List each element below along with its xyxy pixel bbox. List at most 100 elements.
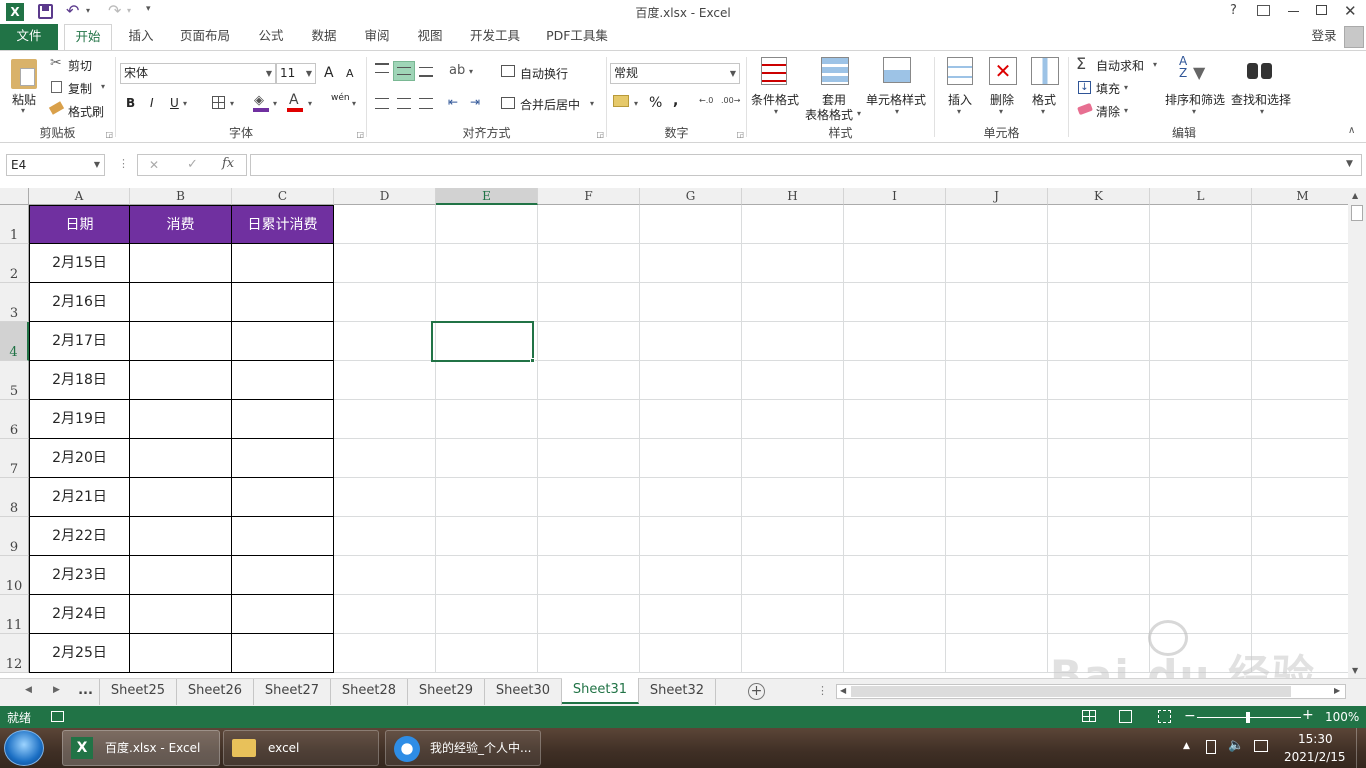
cell-m12[interactable] <box>1252 634 1348 673</box>
cell-h12[interactable] <box>742 634 844 673</box>
cell-g4[interactable] <box>640 322 742 361</box>
cell-m2[interactable] <box>1252 244 1348 283</box>
cell-j2[interactable] <box>946 244 1048 283</box>
format-as-table-icon[interactable] <box>821 57 849 85</box>
cell-d11[interactable] <box>334 595 436 634</box>
row-header-11[interactable]: 11 <box>0 595 29 634</box>
tab-page-layout[interactable]: 页面布局 <box>172 24 238 50</box>
zoom-out-button[interactable]: − <box>1184 708 1196 724</box>
format-as-table-line2[interactable]: 表格格式 <box>805 106 853 123</box>
cell-m9[interactable] <box>1252 517 1348 556</box>
cell-h3[interactable] <box>742 283 844 322</box>
cell-l2[interactable] <box>1150 244 1252 283</box>
underline-dropdown-icon[interactable]: ▾ <box>183 99 187 108</box>
cell-j3[interactable] <box>946 283 1048 322</box>
row-header-5[interactable]: 5 <box>0 361 29 400</box>
next-sheet-icon[interactable]: ▶ <box>53 685 60 695</box>
currency-icon[interactable] <box>613 95 629 107</box>
sort-dropdown-icon[interactable]: ▾ <box>1192 107 1196 116</box>
cell-d3[interactable] <box>334 283 436 322</box>
sheet-tab-sheet31[interactable]: Sheet31 <box>562 678 639 704</box>
decrease-decimal-icon[interactable]: .00→ <box>721 96 740 105</box>
clipboard-launcher-icon[interactable]: ◲ <box>105 130 113 139</box>
cell-l5[interactable] <box>1150 361 1252 400</box>
decrease-indent-icon[interactable]: ⇤ <box>448 95 458 109</box>
copy-dropdown-icon[interactable]: ▾ <box>101 82 105 91</box>
cell-l9[interactable] <box>1150 517 1252 556</box>
format-painter-icon[interactable] <box>48 101 65 115</box>
fill-color-icon[interactable]: ◈ <box>254 93 264 108</box>
cell-b3[interactable] <box>130 283 232 322</box>
cell-k6[interactable] <box>1048 400 1150 439</box>
cell-styles-dropdown-icon[interactable]: ▾ <box>895 107 899 116</box>
tab-view[interactable]: 视图 <box>407 24 453 50</box>
cell-g9[interactable] <box>640 517 742 556</box>
cell-c8[interactable] <box>232 478 334 517</box>
merge-center-button[interactable]: 合并后居中 <box>520 96 580 113</box>
cell-j1[interactable] <box>946 205 1048 244</box>
number-launcher-icon[interactable]: ◲ <box>736 130 744 139</box>
fill-button[interactable]: 填充 <box>1096 80 1120 97</box>
select-all-corner[interactable] <box>0 188 29 205</box>
vertical-scrollbar[interactable]: ▲ ▼ <box>1348 188 1366 678</box>
cell-k8[interactable] <box>1048 478 1150 517</box>
clock-time[interactable]: 15:30 <box>1298 732 1333 746</box>
sheet-tab-sheet30[interactable]: Sheet30 <box>485 679 562 705</box>
cell-i11[interactable] <box>844 595 946 634</box>
cell-k2[interactable] <box>1048 244 1150 283</box>
cell-l12[interactable] <box>1150 634 1252 673</box>
enter-entry-icon[interactable]: ✓ <box>187 157 198 172</box>
cell-c5[interactable] <box>232 361 334 400</box>
scroll-down-icon[interactable]: ▼ <box>1352 666 1358 675</box>
row-header-4[interactable]: 4 <box>0 322 29 361</box>
cell-g5[interactable] <box>640 361 742 400</box>
cell-h9[interactable] <box>742 517 844 556</box>
sheet-tab-sheet32[interactable]: Sheet32 <box>639 679 716 705</box>
cell-h5[interactable] <box>742 361 844 400</box>
column-header-j[interactable]: J <box>946 188 1048 205</box>
row-header-10[interactable]: 10 <box>0 556 29 595</box>
cell-c2[interactable] <box>232 244 334 283</box>
fill-dropdown-icon[interactable]: ▾ <box>1124 83 1128 92</box>
sheet-tab-sheet25[interactable]: Sheet25 <box>100 679 177 705</box>
sort-filter-icon[interactable]: AZ <box>1179 55 1187 79</box>
cut-icon[interactable]: ✂ <box>50 55 62 71</box>
cell-d12[interactable] <box>334 634 436 673</box>
cell-c12[interactable] <box>232 634 334 673</box>
cell-k11[interactable] <box>1048 595 1150 634</box>
horizontal-scrollbar[interactable]: ◀ ▶ <box>836 684 1346 699</box>
top-align-icon[interactable] <box>375 63 389 73</box>
cell-d5[interactable] <box>334 361 436 400</box>
cell-c7[interactable] <box>232 439 334 478</box>
cell-g10[interactable] <box>640 556 742 595</box>
fill-icon[interactable]: ↓ <box>1078 81 1091 94</box>
find-dropdown-icon[interactable]: ▾ <box>1260 107 1264 116</box>
cell-g3[interactable] <box>640 283 742 322</box>
format-dropdown-icon[interactable]: ▾ <box>1041 107 1045 116</box>
cell-d7[interactable] <box>334 439 436 478</box>
paste-icon[interactable] <box>11 59 37 89</box>
cell-f3[interactable] <box>538 283 640 322</box>
cell-m8[interactable] <box>1252 478 1348 517</box>
bottom-align-icon[interactable] <box>419 67 433 77</box>
cell-k9[interactable] <box>1048 517 1150 556</box>
cell-c11[interactable] <box>232 595 334 634</box>
cell-j7[interactable] <box>946 439 1048 478</box>
cell-a6[interactable]: 2月19日 <box>29 400 130 439</box>
cell-a2[interactable]: 2月15日 <box>29 244 130 283</box>
cell-j10[interactable] <box>946 556 1048 595</box>
cell-b12[interactable] <box>130 634 232 673</box>
cell-h10[interactable] <box>742 556 844 595</box>
column-header-l[interactable]: L <box>1150 188 1252 205</box>
cell-c1[interactable]: 日累计消费 <box>232 205 334 244</box>
cell-d9[interactable] <box>334 517 436 556</box>
tab-data[interactable]: 数据 <box>301 24 347 50</box>
cell-a12[interactable]: 2月25日 <box>29 634 130 673</box>
cell-k5[interactable] <box>1048 361 1150 400</box>
active-cell-selection[interactable] <box>431 321 534 362</box>
cell-h8[interactable] <box>742 478 844 517</box>
cell-i8[interactable] <box>844 478 946 517</box>
cell-g12[interactable] <box>640 634 742 673</box>
clear-icon[interactable] <box>1077 102 1093 116</box>
fill-handle[interactable] <box>530 358 535 363</box>
